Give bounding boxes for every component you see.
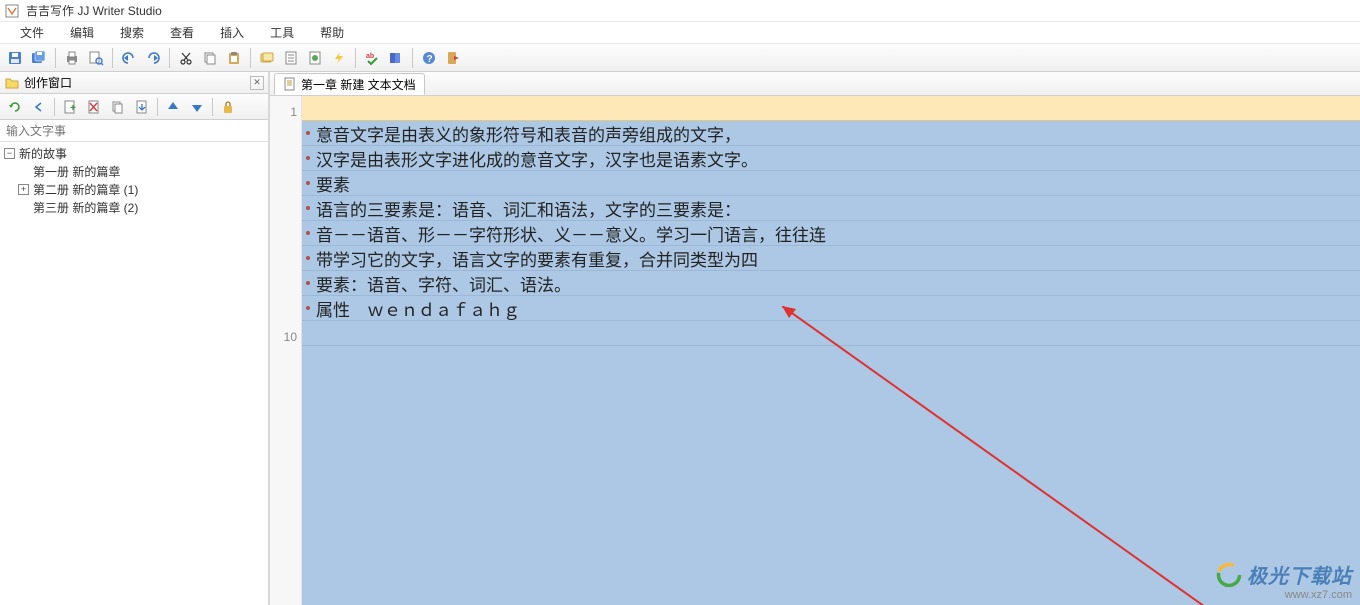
sidebar-header: 创作窗口 ✕: [0, 72, 268, 94]
move-down-icon[interactable]: [186, 96, 208, 118]
menu-insert[interactable]: 插入: [208, 22, 256, 43]
tree-child-3-label: 第三册 新的篇章 (2): [33, 199, 138, 216]
lightning-icon[interactable]: [328, 47, 350, 69]
svg-text:+: +: [70, 103, 76, 114]
spellcheck-icon[interactable]: ab: [361, 47, 383, 69]
help-icon[interactable]: ?: [418, 47, 440, 69]
settings-icon[interactable]: [304, 47, 326, 69]
collapse-icon[interactable]: −: [4, 148, 15, 159]
tree-child-2[interactable]: + 第二册 新的篇章 (1): [0, 180, 268, 198]
editor-scroll[interactable]: 1 10 意音文字是由表义的象形符号和表音的声旁组成的文字， 汉字是由表形文字进…: [270, 96, 1360, 605]
undo-icon[interactable]: [118, 47, 140, 69]
main-toolbar: ab ?: [0, 44, 1360, 72]
svg-text:?: ?: [427, 54, 433, 65]
gutter-10: 10: [270, 325, 297, 350]
arrow-annotation: [782, 306, 1282, 605]
expand-icon[interactable]: +: [18, 184, 29, 195]
tree-child-1-label: 第一册 新的篇章: [33, 163, 120, 180]
line-gutter: 1 10: [270, 96, 302, 605]
print-preview-icon[interactable]: [85, 47, 107, 69]
notes-icon[interactable]: [280, 47, 302, 69]
cut-icon[interactable]: [175, 47, 197, 69]
tab-label: 第一章 新建 文本文档: [301, 76, 416, 93]
print-icon[interactable]: [61, 47, 83, 69]
tree-root[interactable]: − 新的故事: [0, 144, 268, 162]
line-4[interactable]: 要素: [302, 171, 1360, 196]
document-tab[interactable]: 第一章 新建 文本文档: [274, 73, 425, 95]
delete-icon[interactable]: [83, 96, 105, 118]
project-tree: − 新的故事 第一册 新的篇章 + 第二册 新的篇章 (1) 第三册 新的篇章 …: [0, 142, 268, 605]
line-7[interactable]: 带学习它的文字，语言文字的要素有重复，合并同类型为四: [302, 246, 1360, 271]
tree-child-1[interactable]: 第一册 新的篇章: [0, 162, 268, 180]
menu-edit[interactable]: 编辑: [58, 22, 106, 43]
save-icon[interactable]: [4, 47, 26, 69]
sidebar-title: 创作窗口: [24, 74, 72, 91]
menu-tools[interactable]: 工具: [258, 22, 306, 43]
filter-row: [0, 120, 268, 142]
refresh-icon[interactable]: [4, 96, 26, 118]
redo-icon[interactable]: [142, 47, 164, 69]
doc-icon: [283, 77, 297, 91]
back-icon[interactable]: [28, 96, 50, 118]
tree-child-2-label: 第二册 新的篇章 (1): [33, 181, 138, 198]
copy-doc-icon[interactable]: [107, 96, 129, 118]
app-title: 吉吉写作 JJ Writer Studio: [26, 2, 162, 19]
line-3[interactable]: 汉字是由表形文字进化成的意音文字，汉字也是语素文字。: [302, 146, 1360, 171]
line-1[interactable]: [302, 96, 1360, 121]
import-icon[interactable]: [131, 96, 153, 118]
menu-help[interactable]: 帮助: [308, 22, 356, 43]
app-icon: [4, 3, 20, 19]
paste-icon[interactable]: [223, 47, 245, 69]
menu-file[interactable]: 文件: [8, 22, 56, 43]
line-8[interactable]: 要素：语音、字符、词汇、语法。: [302, 271, 1360, 296]
title-bar: 吉吉写作 JJ Writer Studio: [0, 0, 1360, 22]
line-10[interactable]: [302, 321, 1360, 346]
editor-area: 第一章 新建 文本文档 1 10 意音文字是由表义的象形符号和表音的声旁组成的文…: [270, 72, 1360, 605]
editor-content[interactable]: 意音文字是由表义的象形符号和表音的声旁组成的文字， 汉字是由表形文字进化成的意音…: [302, 96, 1360, 605]
exit-icon[interactable]: [442, 47, 464, 69]
line-6[interactable]: 音－－语音、形－－字符形状、义－－意义。学习一门语言，往往连: [302, 221, 1360, 246]
cards-icon[interactable]: [256, 47, 278, 69]
menu-view[interactable]: 查看: [158, 22, 206, 43]
move-up-icon[interactable]: [162, 96, 184, 118]
svg-text:ab: ab: [366, 53, 374, 60]
menu-search[interactable]: 搜索: [108, 22, 156, 43]
gutter-1: 1: [270, 100, 297, 125]
filter-input[interactable]: [0, 120, 268, 141]
tree-child-3[interactable]: 第三册 新的篇章 (2): [0, 198, 268, 216]
lock-icon[interactable]: [217, 96, 239, 118]
line-2[interactable]: 意音文字是由表义的象形符号和表音的声旁组成的文字，: [302, 121, 1360, 146]
line-9[interactable]: 属性 ｗｅｎｄａｆａｈｇ: [302, 296, 1360, 321]
save-all-icon[interactable]: [28, 47, 50, 69]
copy-icon[interactable]: [199, 47, 221, 69]
sidebar-toolbar: +: [0, 94, 268, 120]
sidebar: 创作窗口 ✕ + − 新的故事 第一册: [0, 72, 270, 605]
line-5[interactable]: 语言的三要素是：语音、词汇和语法，文字的三要素是：: [302, 196, 1360, 221]
folder-icon: [4, 75, 20, 91]
sidebar-close-icon[interactable]: ✕: [250, 76, 264, 90]
tree-root-label: 新的故事: [19, 145, 67, 162]
thesaurus-icon[interactable]: [385, 47, 407, 69]
menu-bar: 文件 编辑 搜索 查看 插入 工具 帮助: [0, 22, 1360, 44]
tab-bar: 第一章 新建 文本文档: [270, 72, 1360, 96]
new-doc-icon[interactable]: +: [59, 96, 81, 118]
